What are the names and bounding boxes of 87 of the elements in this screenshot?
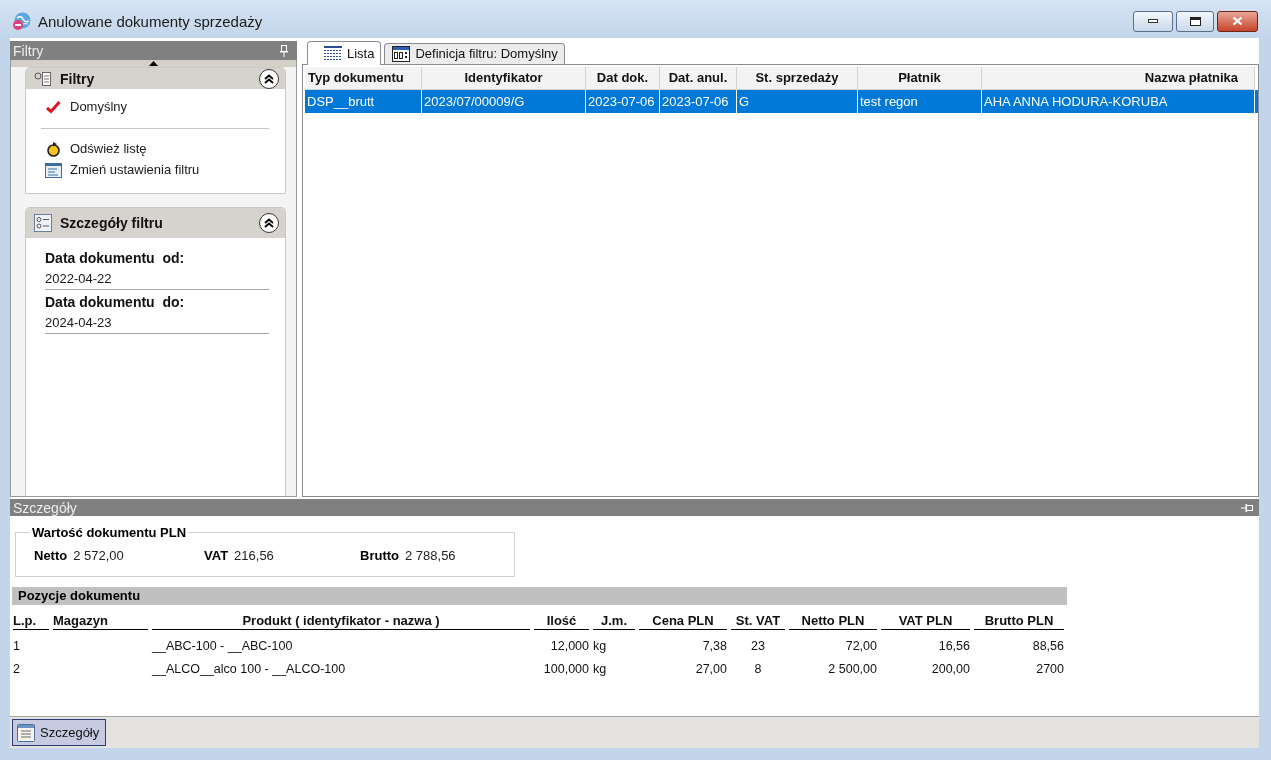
column-header: Magazyn (53, 612, 148, 630)
section-header: Pozycje dokumentu (12, 587, 1067, 605)
column-header[interactable]: Płatnik (858, 67, 982, 90)
column-header: St. VAT (731, 612, 785, 630)
collapse-button[interactable] (259, 213, 279, 233)
filter-item[interactable]: Domyślny (45, 97, 128, 117)
refresh-icon (45, 140, 62, 158)
table-cell-text: 23 (750, 638, 766, 655)
total-value: 216,56 (234, 547, 274, 566)
date-field[interactable]: 2022-04-22 (45, 268, 269, 290)
column-header: Cena PLN (639, 612, 727, 630)
task-link[interactable]: Zmień ustawienia filtru (45, 160, 200, 180)
table-cell-text: 7,38 (701, 638, 727, 655)
column-header: Brutto PLN (974, 612, 1064, 630)
table-cell: 2023-07-06 (586, 90, 660, 113)
total-label: Brutto (360, 547, 399, 566)
tab[interactable]: Lista (307, 41, 382, 65)
table-cell: G (737, 90, 858, 113)
table-cell-text: 12,000 (549, 638, 589, 655)
column-header[interactable]: Dat dok. (586, 67, 660, 90)
field-label: Data dokumentu od: (45, 249, 186, 268)
column-header: VAT PLN (881, 612, 970, 630)
maximize-icon (1189, 16, 1201, 26)
window-columns-icon (392, 46, 411, 62)
globe-icon (12, 11, 31, 31)
close-button[interactable] (1217, 10, 1258, 32)
grid-icon (324, 46, 342, 61)
close-icon (1232, 16, 1243, 26)
column-header[interactable]: Identyfikator (422, 67, 586, 90)
pin-icon[interactable] (280, 44, 288, 57)
table-cell-text: 27,00 (694, 661, 727, 678)
table-cell: DSP__brutt (305, 90, 422, 113)
table-cell-text: 2 (13, 661, 21, 678)
minimize-button[interactable] (1133, 10, 1173, 32)
maximize-button[interactable] (1176, 10, 1214, 32)
tab[interactable]: Definicja filtru: Domyślny (384, 43, 565, 64)
column-header: Ilość (534, 612, 589, 630)
column-header[interactable]: Nazwa płatnika (982, 67, 1255, 90)
table-cell: 2023/07/00009/G (422, 90, 586, 113)
table-cell: 2023-07-06 (660, 90, 737, 113)
column-header: L.p. (13, 612, 49, 630)
pane-title: Szczegóły (13, 500, 77, 515)
total-label: Netto (34, 547, 68, 566)
panel-toggle-button[interactable]: Szczegóły (12, 719, 107, 746)
table-row[interactable]: DSP__brutt 2023/07/00009/G 2023-07-06 2023-07-06 G test regon AHA ANNA HODURA-KORUBA (305, 90, 1258, 113)
table-cell-text: __ABC-100 - __ABC-100 (152, 638, 294, 655)
double-chevron-up-icon (264, 73, 274, 84)
window-title: Anulowane dokumenty sprzedaży (38, 13, 263, 29)
total-value: 2 788,56 (405, 547, 456, 566)
table-cell-text: kg (593, 638, 608, 655)
table-cell-text: __ALCO__alco 100 - __ALCO-100 (152, 661, 347, 678)
pane-title: Filtry (13, 43, 44, 58)
table-cell-text: kg (593, 661, 608, 678)
checklist-icon (34, 214, 52, 232)
up-arrow-icon (149, 61, 158, 66)
table-cell-text: 2700 (1035, 661, 1064, 678)
group-title: Szczegóły filtru (60, 216, 163, 230)
total-value: 2 572,00 (73, 547, 124, 566)
table-cell: test regon (858, 90, 982, 113)
column-header: J.m. (593, 612, 635, 630)
table-cell: AHA ANNA HODURA-KORUBA (982, 90, 1255, 113)
date-field[interactable]: 2024-04-23 (45, 312, 269, 334)
document-list-icon (17, 723, 35, 742)
table-cell-text: 100,000 (542, 661, 589, 678)
table-cell-text: 2 500,00 (827, 661, 877, 678)
filter-list-icon (34, 70, 52, 87)
collapse-button[interactable] (259, 68, 279, 89)
table-cell-text: 72,00 (844, 638, 877, 655)
table-cell-text: 200,00 (930, 661, 970, 678)
table-cell-text: 88,56 (1031, 638, 1064, 655)
column-header: Netto PLN (789, 612, 877, 630)
column-header[interactable]: Dat. anul. (660, 67, 737, 90)
field-label: Data dokumentu do: (45, 293, 186, 312)
minimize-icon (1148, 19, 1158, 23)
column-header[interactable]: St. sprzedaży (737, 67, 858, 90)
task-link[interactable]: Odśwież listę (45, 139, 147, 159)
column-header: Produkt ( identyfikator - nazwa ) (152, 612, 530, 630)
table-cell-text: 1 (13, 638, 21, 655)
table-cell-text: 16,56 (937, 638, 970, 655)
column-header[interactable]: Typ dokumentu (305, 67, 422, 90)
total-label: VAT (204, 547, 229, 566)
form-window-icon (45, 162, 62, 178)
double-chevron-up-icon (264, 218, 274, 228)
table-cell-text: 8 (753, 661, 763, 678)
group-title: Wartość dokumentu PLN (31, 526, 188, 539)
group-title: Filtry (60, 71, 95, 86)
pin-icon[interactable] (1241, 503, 1253, 512)
